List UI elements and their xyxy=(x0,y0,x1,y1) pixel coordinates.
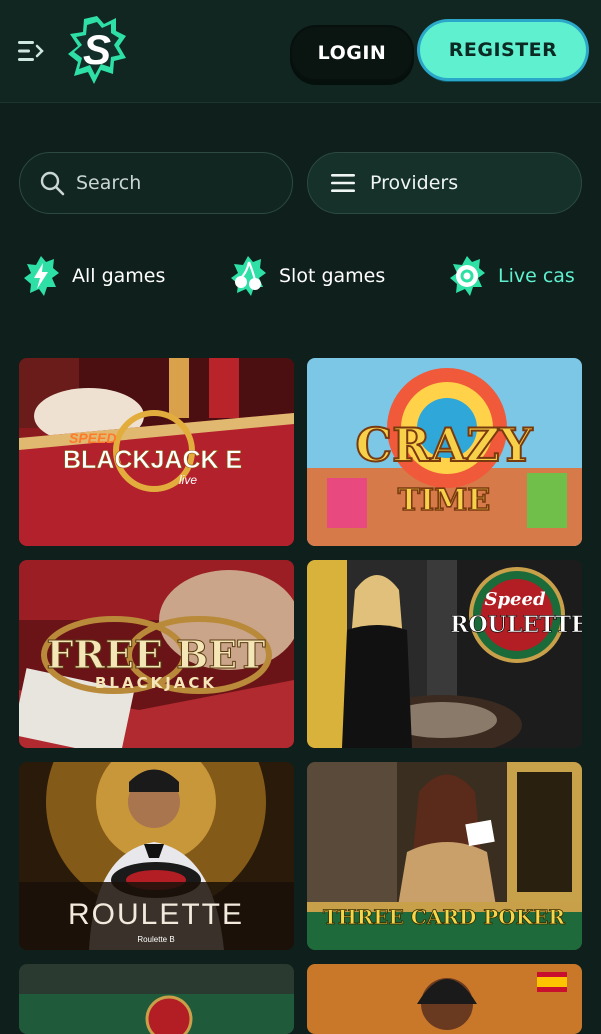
tab-all-games[interactable]: All games xyxy=(22,248,165,304)
cherries-icon xyxy=(231,256,266,296)
game-title-line1: ROULETTE xyxy=(68,898,244,931)
game-title-line2: ROULETTE xyxy=(450,612,582,638)
register-button[interactable]: REGISTER xyxy=(420,22,586,78)
game-title-line2: BLACKJACK xyxy=(95,674,217,692)
game-title-line2: BLACKJACK E xyxy=(63,446,242,474)
list-icon xyxy=(331,174,355,192)
providers-button[interactable]: Providers xyxy=(307,152,582,214)
search-placeholder: Search xyxy=(76,172,142,194)
game-title-line2: Roulette B xyxy=(137,935,174,944)
chip-icon xyxy=(450,256,485,296)
tab-label: Slot games xyxy=(279,265,386,287)
game-title-line1: THREE CARD POKER xyxy=(323,905,565,929)
search-input[interactable]: Search xyxy=(19,152,293,214)
tab-label: Live cas xyxy=(498,265,575,287)
game-tile-three-card-poker[interactable]: THREE CARD POKER xyxy=(307,762,582,950)
category-tabs: All games Slot games Live cas xyxy=(0,248,601,304)
game-title-line3: live xyxy=(179,473,197,487)
game-tile-crazy-time[interactable]: CRAZY TIME xyxy=(307,358,582,546)
tab-label: All games xyxy=(72,265,166,287)
lightning-icon xyxy=(24,256,59,296)
game-tile-speed-blackjack[interactable]: SPEED BLACKJACK E live xyxy=(19,358,294,546)
game-title-line1: SPEED xyxy=(69,430,116,446)
game-tile-roulette[interactable]: ROULETTE Roulette B xyxy=(19,762,294,950)
game-title-line1: CRAZY xyxy=(356,418,534,472)
providers-label: Providers xyxy=(370,172,459,194)
tab-slot-games[interactable]: Slot games xyxy=(229,248,385,304)
game-title-line1: FREE BET xyxy=(46,632,265,677)
top-header: S LOGIN REGISTER xyxy=(0,0,601,103)
svg-text:S: S xyxy=(83,26,111,73)
game-title-line2: TIME xyxy=(398,483,490,518)
tab-live-casino[interactable]: Live cas xyxy=(448,248,575,304)
game-tile-speed-roulette[interactable]: Speed ROULETTE xyxy=(307,560,582,748)
menu-icon[interactable] xyxy=(16,36,46,66)
login-button[interactable]: LOGIN xyxy=(290,25,414,81)
brand-logo[interactable]: S xyxy=(66,14,128,88)
game-tile-free-bet-blackjack[interactable]: FREE BET BLACKJACK xyxy=(19,560,294,748)
game-title-line1: Speed xyxy=(484,589,545,610)
search-icon xyxy=(40,171,65,196)
